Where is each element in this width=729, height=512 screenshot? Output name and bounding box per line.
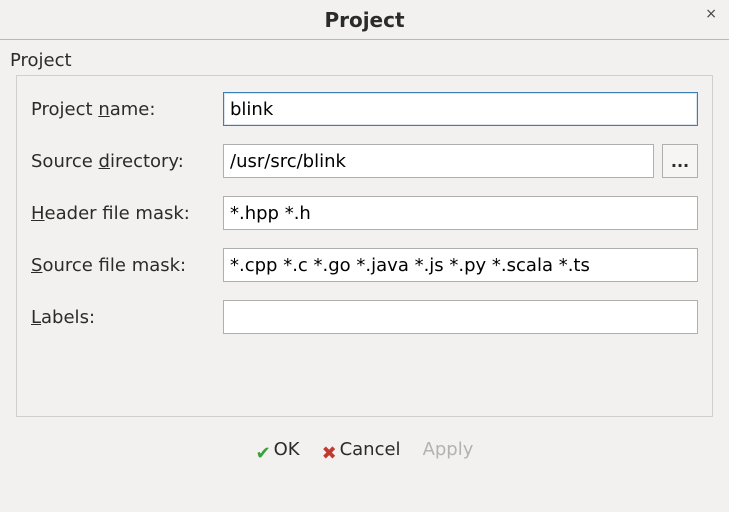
ok-button-label: OK — [274, 439, 300, 460]
dialog-buttons: ✔ OK ✖ Cancel Apply — [0, 417, 729, 460]
cancel-button[interactable]: ✖ Cancel — [322, 439, 401, 460]
cancel-button-label: Cancel — [340, 439, 401, 460]
section-label: Project — [0, 40, 729, 75]
apply-button: Apply — [423, 439, 474, 460]
row-header-mask: Header file mask: — [31, 196, 698, 230]
window-title: Project — [324, 8, 404, 32]
row-labels: Labels: — [31, 300, 698, 334]
source-mask-input[interactable] — [223, 248, 698, 282]
row-source-mask: Source file mask: — [31, 248, 698, 282]
project-panel: Project name: Source directory: ... Head… — [16, 75, 713, 417]
cross-icon: ✖ — [322, 443, 336, 457]
label-project-name: Project name: — [31, 99, 223, 120]
row-project-name: Project name: — [31, 92, 698, 126]
apply-button-label: Apply — [423, 439, 474, 460]
label-header-mask: Header file mask: — [31, 203, 223, 224]
project-name-input[interactable] — [223, 92, 698, 126]
source-directory-input[interactable] — [223, 144, 654, 178]
close-icon[interactable]: × — [705, 6, 717, 22]
label-source-directory: Source directory: — [31, 151, 223, 172]
titlebar: Project × — [0, 0, 729, 40]
row-source-directory: Source directory: ... — [31, 144, 698, 178]
browse-button[interactable]: ... — [662, 144, 698, 178]
ok-button[interactable]: ✔ OK — [256, 439, 300, 460]
labels-input[interactable] — [223, 300, 698, 334]
label-source-mask: Source file mask: — [31, 255, 223, 276]
check-icon: ✔ — [256, 443, 270, 457]
header-mask-input[interactable] — [223, 196, 698, 230]
label-labels: Labels: — [31, 307, 223, 328]
